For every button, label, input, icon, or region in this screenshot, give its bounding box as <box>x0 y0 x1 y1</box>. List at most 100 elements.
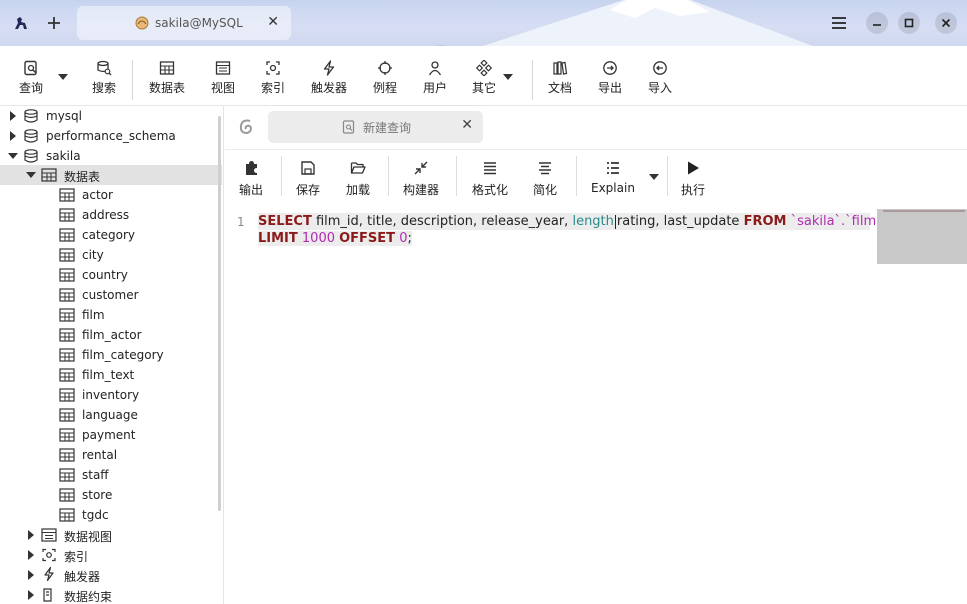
tree-table-country[interactable]: country <box>0 265 222 285</box>
tree-folder-indexes[interactable]: 索引 <box>0 545 222 565</box>
close-icon[interactable]: ✕ <box>461 117 473 133</box>
tree-table-city[interactable]: city <box>0 245 222 265</box>
users-button[interactable]: 用户 <box>413 60 457 96</box>
others-dropdown-icon[interactable] <box>503 74 513 80</box>
table-icon <box>59 308 75 322</box>
tree-db-mysql[interactable]: mysql <box>0 106 222 126</box>
menu-icon[interactable] <box>826 10 852 36</box>
query-button[interactable]: 查询 <box>9 60 53 96</box>
indexes-button[interactable]: 索引 <box>251 60 295 96</box>
table-icon <box>59 268 75 282</box>
tree-folder-constraints[interactable]: 数据约束 <box>0 585 222 604</box>
tree-folder-views[interactable]: 数据视图 <box>0 525 222 545</box>
tree-db-sakila[interactable]: sakila <box>0 146 222 166</box>
tree-table-tgdc[interactable]: tgdc <box>0 505 222 525</box>
search-label: 搜索 <box>91 81 116 95</box>
tree-table-store[interactable]: store <box>0 485 222 505</box>
routines-button[interactable]: 例程 <box>363 60 407 96</box>
tree-table-film-actor[interactable]: film_actor <box>0 325 222 345</box>
sidebar-scrollbar[interactable] <box>218 116 221 511</box>
tree-table-inventory[interactable]: inventory <box>0 385 222 405</box>
tree-label: store <box>82 488 113 502</box>
triggers-button[interactable]: 触发器 <box>307 60 351 96</box>
sql-editor[interactable]: 1 SELECT film_id, title, description, re… <box>225 205 967 604</box>
trigger-icon <box>44 567 54 581</box>
view-icon <box>215 61 231 75</box>
window-close-icon[interactable] <box>935 12 957 34</box>
tree-table-actor[interactable]: actor <box>0 185 222 205</box>
expand-icon[interactable] <box>28 570 34 580</box>
tree-table-film-category[interactable]: film_category <box>0 345 222 365</box>
close-icon[interactable]: ✕ <box>267 14 279 30</box>
tree-table-rental[interactable]: rental <box>0 445 222 465</box>
play-icon <box>688 161 699 175</box>
output-label: 输出 <box>239 183 264 197</box>
tree-label: film_actor <box>82 328 142 342</box>
tree-label: film_text <box>82 368 135 382</box>
minimize-icon[interactable] <box>866 12 888 34</box>
toolbar-divider <box>576 156 577 196</box>
table-icon <box>41 168 57 182</box>
search-button[interactable]: 搜索 <box>82 60 126 96</box>
others-button[interactable]: 其它 <box>462 60 506 96</box>
connection-tab[interactable]: sakila@MySQL ✕ <box>77 6 291 40</box>
maximize-icon[interactable] <box>898 12 920 34</box>
tree-table-customer[interactable]: customer <box>0 285 222 305</box>
import-button[interactable]: 导入 <box>638 60 682 96</box>
collapse-icon[interactable] <box>26 172 36 178</box>
export-button[interactable]: 导出 <box>588 60 632 96</box>
views-button[interactable]: 视图 <box>201 60 245 96</box>
tree-db-performance-schema[interactable]: performance_schema <box>0 126 222 146</box>
save-icon <box>301 161 315 175</box>
table-icon <box>59 368 75 382</box>
table-icon <box>59 348 75 362</box>
docs-button[interactable]: 文档 <box>538 60 582 96</box>
text-cursor <box>614 214 616 229</box>
tree-table-category[interactable]: category <box>0 225 222 245</box>
routine-icon <box>378 61 392 75</box>
tree-label: customer <box>82 288 139 302</box>
tree-table-staff[interactable]: staff <box>0 465 222 485</box>
collapse-icon[interactable] <box>8 153 18 159</box>
tree-label: payment <box>82 428 136 442</box>
align-icon <box>484 162 496 175</box>
sql-code[interactable]: SELECT film_id, title, description, rele… <box>258 213 883 247</box>
expand-icon[interactable] <box>10 131 16 141</box>
query-dropdown-icon[interactable] <box>58 74 68 80</box>
simplify-button[interactable]: 简化 <box>533 160 557 200</box>
explain-dropdown-icon[interactable] <box>649 174 659 180</box>
expand-icon[interactable] <box>28 550 34 560</box>
tree-folder-triggers[interactable]: 触发器 <box>0 565 222 585</box>
user-icon <box>428 61 442 76</box>
builder-button[interactable]: 构建器 <box>403 160 439 200</box>
tree-label: address <box>82 208 130 222</box>
table-icon <box>159 61 175 75</box>
plus-icon[interactable] <box>41 10 67 36</box>
expand-icon[interactable] <box>28 590 34 600</box>
execute-button[interactable]: 执行 <box>681 160 705 200</box>
save-button[interactable]: 保存 <box>296 160 320 200</box>
expand-icon[interactable] <box>10 111 16 121</box>
expand-icon[interactable] <box>28 530 34 540</box>
tree-label: performance_schema <box>46 129 176 143</box>
tree-table-address[interactable]: address <box>0 205 222 225</box>
search-db-icon <box>97 60 112 76</box>
tables-button[interactable]: 数据表 <box>145 60 189 96</box>
tree-table-film-text[interactable]: film_text <box>0 365 222 385</box>
tree-label: country <box>82 268 128 282</box>
query-tab[interactable]: 新建查询 ✕ <box>268 111 483 143</box>
code-line-1: SELECT film_id, title, description, rele… <box>258 213 883 230</box>
tree-table-language[interactable]: language <box>0 405 222 425</box>
tree-table-payment[interactable]: payment <box>0 425 222 445</box>
tree-table-film[interactable]: film <box>0 305 222 325</box>
toolbar-divider <box>456 156 457 196</box>
load-button[interactable]: 加载 <box>346 160 370 200</box>
tree-folder-tables[interactable]: 数据表 <box>0 165 222 185</box>
explain-button[interactable]: Explain <box>591 160 635 200</box>
import-icon <box>653 61 667 75</box>
editor-minimap[interactable] <box>877 209 967 264</box>
tree-label: staff <box>82 468 109 482</box>
format-button[interactable]: 格式化 <box>472 160 508 200</box>
toolbar-divider <box>532 60 533 100</box>
output-button[interactable]: 输出 <box>239 160 263 200</box>
